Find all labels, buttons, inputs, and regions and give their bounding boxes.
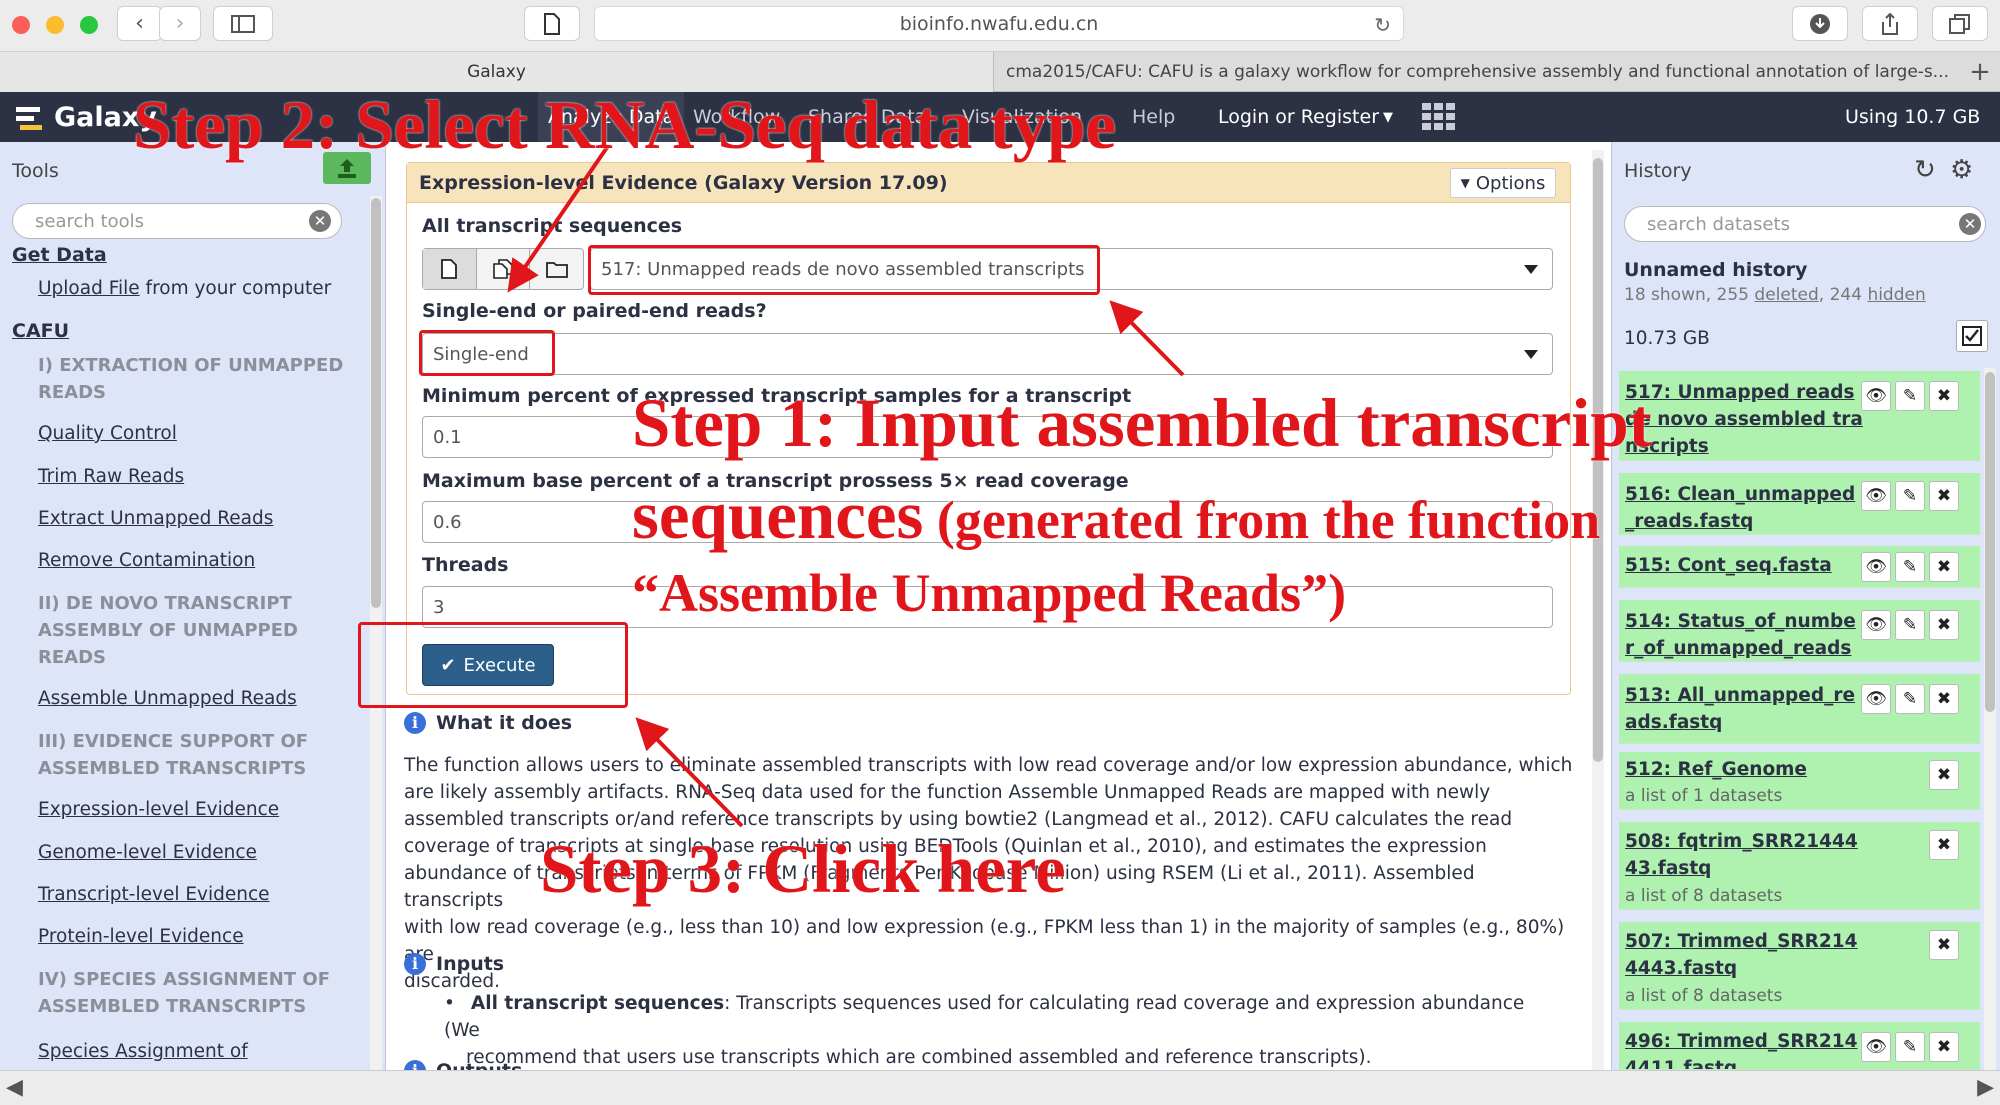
- annotation-step3: Step 3: Click here: [540, 831, 1066, 907]
- annotation-step1-line3: “Assemble Unmapped Reads”): [632, 563, 1347, 623]
- annotation-step2: Step 2: Select RNA-Seq data type: [133, 87, 1117, 163]
- annotation-step1-line2: sequences (generated from the function: [632, 477, 1601, 553]
- arrow-step3: [635, 717, 744, 828]
- arrow-step1: [1109, 300, 1185, 377]
- arrow-step2: [507, 144, 610, 293]
- annotation-step1-line1: Step 1: Input assembled transcript: [632, 385, 1652, 461]
